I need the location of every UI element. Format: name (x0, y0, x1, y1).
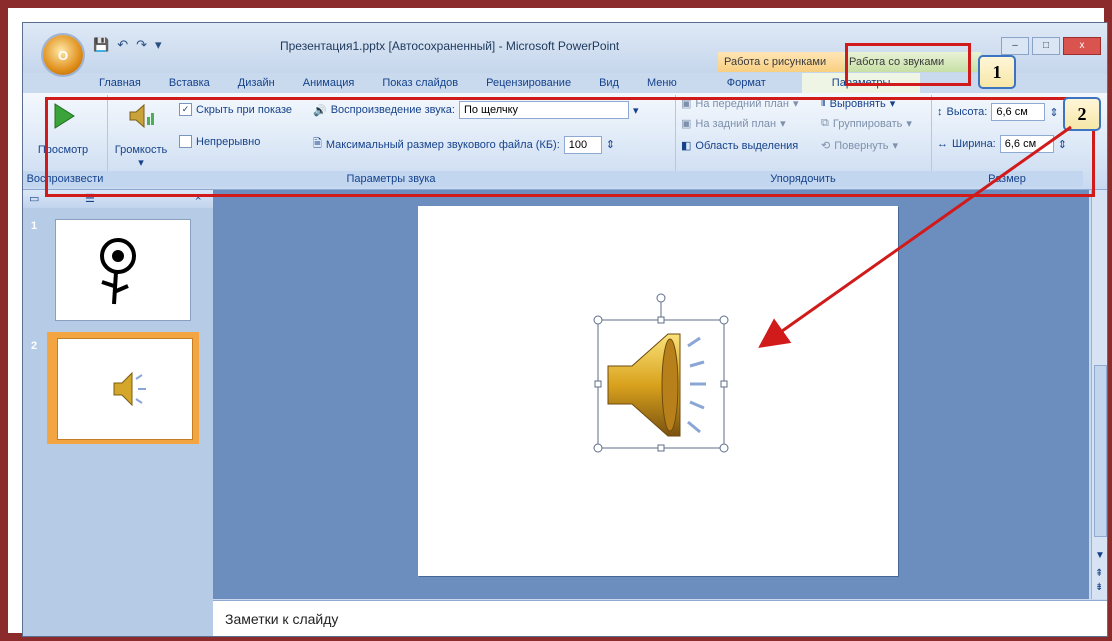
powerpoint-window: O 💾 ↶ ↷ ▾ Презентация1.pptx [Автосохране… (22, 22, 1108, 637)
screenshot-frame: O 💾 ↶ ↷ ▾ Презентация1.pptx [Автосохране… (0, 0, 1112, 641)
annotation-arrow-icon (758, 125, 1072, 348)
